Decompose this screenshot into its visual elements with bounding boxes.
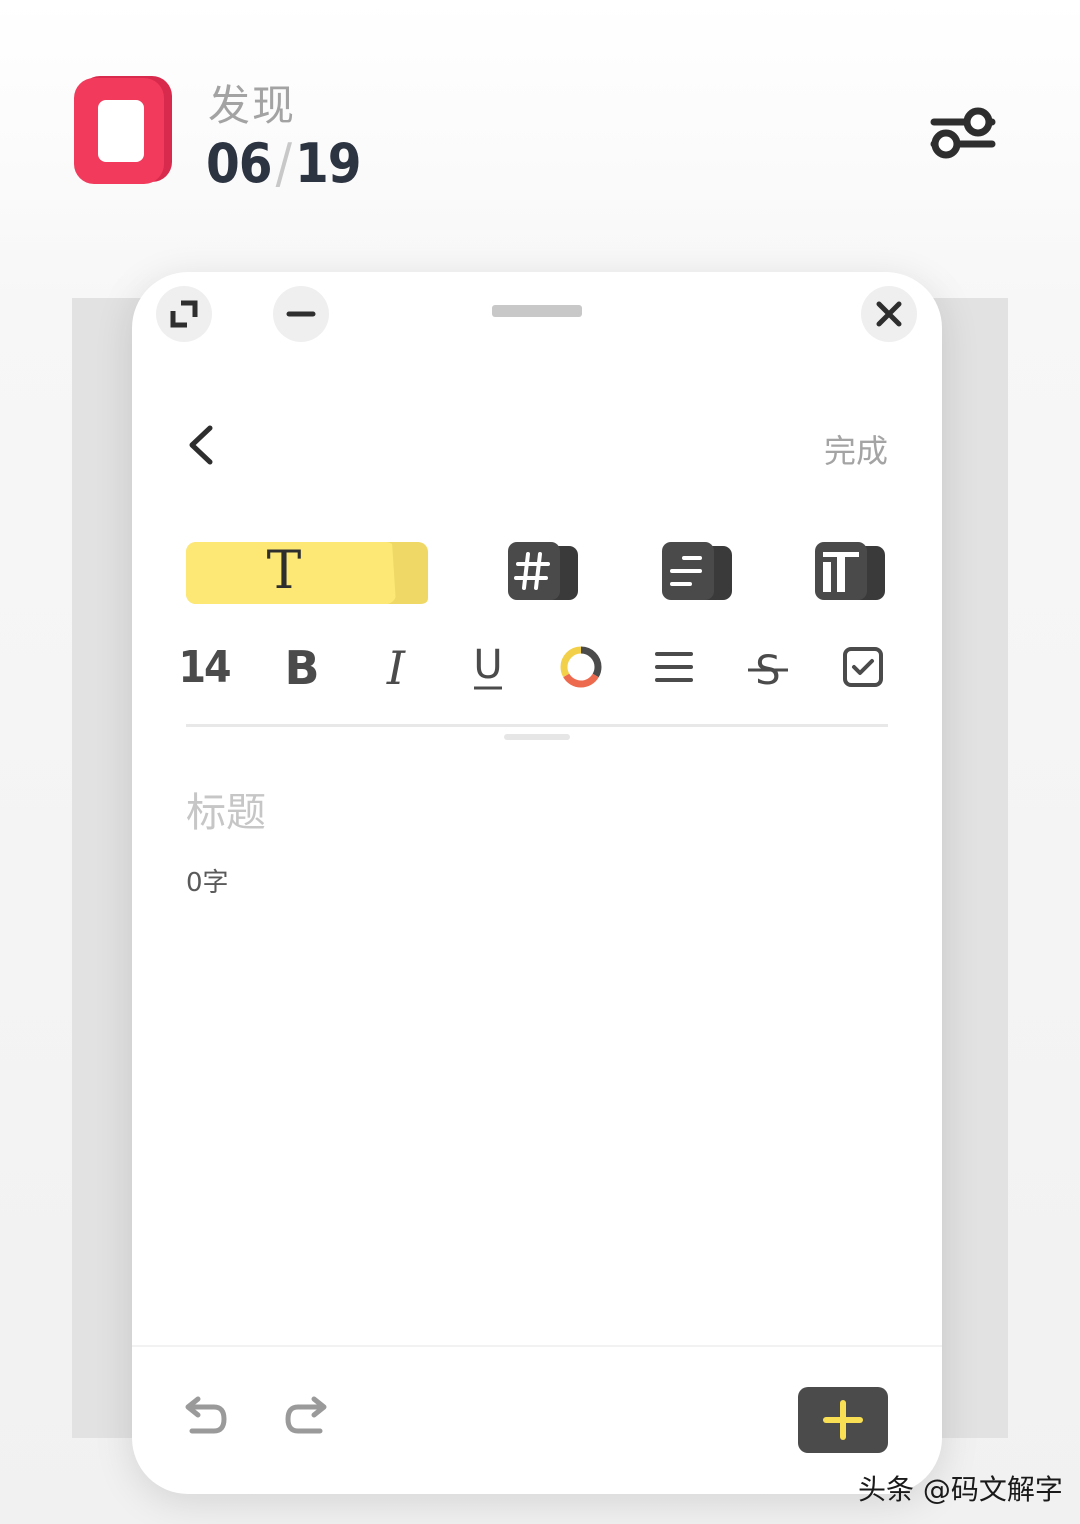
title-input[interactable]: 标题 bbox=[186, 780, 266, 838]
date-day: 06 bbox=[206, 132, 273, 195]
expand-icon bbox=[170, 300, 198, 328]
bold-glyph: B bbox=[284, 642, 319, 692]
date-separator: / bbox=[275, 132, 292, 195]
toolbar-divider bbox=[186, 724, 888, 727]
align-button[interactable] bbox=[654, 642, 694, 692]
sliders-icon[interactable] bbox=[926, 96, 998, 168]
chevron-left-icon[interactable] bbox=[182, 422, 222, 468]
italic-button[interactable]: I bbox=[376, 642, 416, 692]
checkbox-button[interactable] bbox=[842, 642, 884, 692]
done-button[interactable]: 完成 bbox=[824, 426, 888, 472]
watermark: 头条 @码文解字 bbox=[858, 1473, 1063, 1506]
color-wheel-icon bbox=[560, 646, 602, 688]
editor-window: 完成 T 14 B I U S 标题 0字 bbox=[132, 272, 942, 1494]
redo-icon[interactable] bbox=[282, 1393, 332, 1443]
mode-tab-tag[interactable] bbox=[508, 542, 578, 602]
underline-button[interactable]: U bbox=[468, 642, 508, 692]
mode-tab-layout[interactable] bbox=[815, 542, 885, 602]
font-size-button[interactable]: 14 bbox=[178, 642, 231, 693]
text-mode-glyph: T bbox=[267, 541, 302, 601]
minimize-button[interactable] bbox=[273, 286, 329, 342]
date-total: 19 bbox=[294, 132, 362, 195]
checkbox-icon bbox=[843, 647, 883, 687]
drag-handle[interactable] bbox=[492, 305, 582, 317]
close-icon bbox=[876, 301, 902, 327]
date-counter: 06/19 bbox=[206, 132, 362, 195]
undo-icon[interactable] bbox=[180, 1393, 230, 1443]
plus-icon bbox=[823, 1400, 863, 1440]
bottom-bar bbox=[132, 1345, 942, 1494]
bold-button[interactable]: B bbox=[282, 642, 322, 692]
word-count: 0字 bbox=[186, 868, 229, 898]
italic-glyph: I bbox=[386, 642, 406, 692]
add-button[interactable] bbox=[798, 1387, 888, 1453]
minus-icon bbox=[286, 311, 316, 317]
underline-glyph: U bbox=[473, 642, 502, 688]
app-logo-icon bbox=[74, 76, 172, 184]
color-button[interactable] bbox=[558, 642, 604, 692]
toolbar-collapse-handle[interactable] bbox=[504, 734, 570, 740]
mode-tab-text[interactable]: T bbox=[186, 540, 428, 606]
expand-button[interactable] bbox=[156, 286, 212, 342]
strikethrough-button[interactable]: S bbox=[746, 642, 790, 692]
align-icon bbox=[655, 652, 693, 682]
close-button[interactable] bbox=[861, 286, 917, 342]
page-title: 发现 bbox=[208, 81, 297, 130]
mode-tab-list[interactable] bbox=[662, 542, 732, 602]
